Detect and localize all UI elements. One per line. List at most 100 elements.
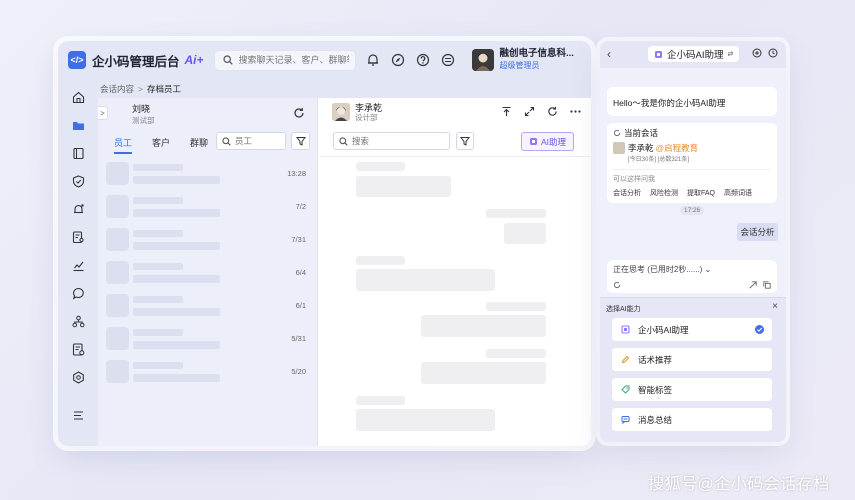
avatar-placeholder [106,195,129,218]
option-script-recommend[interactable]: 话术推荐 [612,348,772,371]
selector-title: 选择AI能力 [606,306,641,313]
ai-ability-selector: 选择AI能力 × 企小码AI助理 话术推荐 智能标签 消息总结 [600,297,786,442]
ai-header: ‹ 企小码AI助理 ⇄ [600,41,786,68]
org-chart-icon[interactable] [72,315,85,328]
left-nav [58,79,98,446]
watermark: 搜狐号@企小码会话存档 [648,476,830,493]
option-label: 智能标签 [638,384,673,395]
refresh-icon[interactable] [547,106,558,117]
tab-customers[interactable]: 客户 [152,136,170,154]
home-icon[interactable] [72,91,85,104]
breadcrumb-current: 存档员工 [146,83,181,94]
item-time: 6/4 [295,268,306,277]
tab-groups[interactable]: 群聊 [190,136,208,154]
avatar-placeholder [106,327,129,350]
filter-button[interactable] [291,132,310,150]
book-icon[interactable] [72,147,85,160]
preview-placeholder [133,209,220,217]
filter-icon [460,136,470,146]
message-name-placeholder [356,162,405,171]
option-ai-assistant[interactable]: 企小码AI助理 [612,318,772,341]
sync-icon[interactable] [441,53,455,67]
add-chat-icon[interactable] [752,48,762,58]
suggestion-chip[interactable]: 会话分析 [613,188,641,198]
copy-icon[interactable] [763,281,771,289]
message-summary-icon [621,415,630,424]
doc-search-icon[interactable] [72,231,85,244]
preview-placeholder [133,275,220,283]
option-smart-tag[interactable]: 智能标签 [612,378,772,401]
chat-avatar [332,103,350,121]
name-placeholder [133,329,183,336]
retry-icon[interactable] [613,281,621,289]
avatar-placeholder [106,360,129,383]
breadcrumb-parent[interactable]: 会话内容 [100,83,134,95]
settings-icon[interactable] [72,371,85,384]
ai-plus-badge[interactable]: Ai+ [185,53,204,67]
suggestion-chip[interactable]: 风险检测 [650,188,678,198]
thinking-text[interactable]: 正在思考 (已用时2秒......) ⌄ [613,264,771,275]
shield-icon[interactable] [72,175,85,188]
tag-icon [621,385,630,394]
ai-title-switcher[interactable]: 企小码AI助理 ⇄ [648,46,740,62]
avatar-placeholder [106,228,129,251]
report-icon[interactable] [72,343,85,356]
contact-dept: 测试部 [132,116,155,125]
list-item[interactable]: 6/4 [106,261,314,287]
more-icon[interactable] [570,106,581,117]
bell-alert-icon[interactable] [72,203,85,216]
history-icon[interactable] [768,48,778,58]
list-item[interactable]: 7/2 [106,195,314,221]
ai-gem-icon [529,137,538,146]
help-icon[interactable] [416,53,430,67]
list-item[interactable]: 13:28 [106,162,314,188]
list-item[interactable]: 5/31 [106,327,314,353]
menu-icon[interactable] [72,409,85,422]
ai-assistant-label: AI助理 [540,136,567,147]
preview-placeholder [133,176,220,184]
message-name-placeholder [356,396,405,405]
tab-employees[interactable]: 员工 [114,136,133,154]
message-time: 17:26 [680,206,705,215]
expand-icon[interactable] [524,106,535,117]
list-item[interactable]: 6/1 [106,294,314,320]
list-item[interactable]: 7/31 [106,228,314,254]
chat-search-input[interactable] [352,136,442,146]
compass-icon[interactable] [391,53,405,67]
ai-assistant-button[interactable]: AI助理 [521,132,574,151]
session-avatar [613,142,625,154]
refresh-icon[interactable] [293,107,305,119]
share-icon[interactable] [749,281,757,289]
message-bubble-placeholder [356,269,495,291]
selected-check-icon [755,325,764,334]
list-item[interactable]: 5/20 [106,360,314,386]
option-message-summary[interactable]: 消息总结 [612,408,772,431]
back-icon[interactable]: ‹ [607,47,611,61]
suggestion-chip[interactable]: 提取FAQ [687,188,715,198]
chart-icon[interactable] [72,259,85,272]
global-search-input[interactable] [238,55,349,65]
org-avatar[interactable] [471,49,494,71]
suggestion-chip[interactable]: 高频词语 [724,188,752,198]
bell-icon[interactable] [366,53,380,67]
item-time: 7/2 [295,202,306,211]
breadcrumb: 会话内容 > 存档员工 [98,79,591,98]
preview-placeholder [133,242,220,250]
chat-contact-name: 李承乾 [355,103,383,113]
chat-icon[interactable] [72,287,85,300]
org-name[interactable]: 融创电子信息科... [500,48,574,60]
chat-search[interactable] [333,132,450,150]
close-icon[interactable]: × [772,301,778,312]
chat-filter-button[interactable] [456,132,474,150]
message-bubble-placeholder [504,223,546,244]
preview-placeholder [133,308,220,316]
ai-title: 企小码AI助理 [667,50,724,61]
collapse-button[interactable]: > [98,106,108,120]
chat-contact-dept: 设计部 [355,113,378,122]
global-search[interactable] [213,49,356,71]
folder-icon[interactable] [72,119,85,132]
employee-search[interactable] [216,132,286,150]
pin-top-icon[interactable] [501,106,512,117]
refresh-small-icon [613,129,621,137]
employee-search-input[interactable] [235,136,283,146]
